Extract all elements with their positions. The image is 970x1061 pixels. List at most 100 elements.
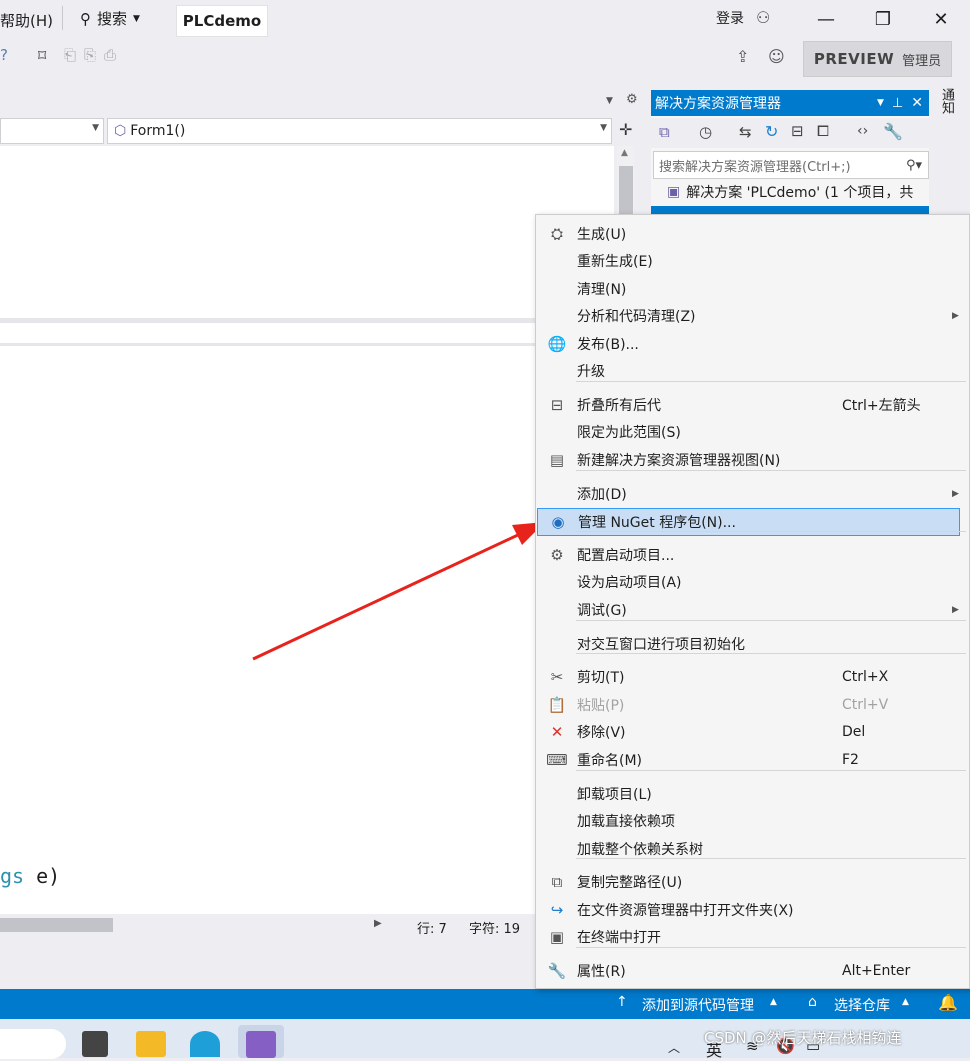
context-menu-item[interactable]: ⚙ 配置启动项目...	[537, 542, 968, 568]
select-repository-button[interactable]: 选择仓库	[834, 995, 890, 1015]
rename-icon: ⌨	[546, 751, 568, 769]
scroll-up-icon[interactable]: ▲	[621, 148, 628, 158]
properties-wrench-icon[interactable]: 🔧	[883, 122, 903, 141]
copy-icon: ⧉	[551, 873, 563, 891]
context-menu-item-label: 限定为此范围(S)	[577, 425, 681, 441]
context-menu-item[interactable]: 分析和代码清理(Z) ▶	[537, 303, 968, 329]
editor-splitter[interactable]	[0, 318, 614, 323]
caret-up-icon[interactable]: ︿	[668, 1039, 680, 1056]
terminal-icon: ▣	[549, 928, 565, 946]
code-editor[interactable]	[0, 146, 614, 914]
type-dropdown[interactable]: ▼	[0, 118, 104, 144]
visual-studio-icon	[246, 1031, 276, 1058]
caret-up-icon: ▲	[770, 997, 777, 1007]
code-text-fragment: e)	[24, 864, 61, 888]
edge-icon[interactable]	[190, 1031, 220, 1057]
context-menu-item[interactable]: 加载直接依赖项	[537, 808, 968, 834]
context-menu-item-label: 分析和代码清理(Z)	[577, 309, 696, 325]
close-icon[interactable]: ✕	[911, 95, 923, 111]
menu-separator	[576, 531, 966, 532]
split-editor-icon[interactable]: ✛	[619, 120, 632, 139]
open-folder-icon: ↪	[550, 901, 564, 919]
taskbar-app-icon[interactable]	[82, 1031, 108, 1057]
add-to-source-control-button[interactable]: 添加到源代码管理	[642, 995, 754, 1015]
menu-separator	[576, 770, 966, 771]
context-menu-item-label: 在文件资源管理器中打开文件夹(X)	[577, 903, 794, 919]
bookmark-nav-icons[interactable]: ⎗⎘⎙	[64, 46, 124, 64]
build-icon: ⛭	[550, 225, 563, 243]
menu-separator	[576, 620, 966, 621]
context-menu-item[interactable]: ✕ 移除(V) Del	[537, 719, 968, 745]
notifications-tab[interactable]: 通知	[938, 88, 956, 114]
chevron-down-icon[interactable]: ▼	[877, 98, 884, 108]
context-menu-item[interactable]: ⛭ 生成(U)	[537, 221, 968, 247]
submenu-arrow-icon: ▶	[952, 489, 959, 499]
editor-splitter[interactable]	[0, 343, 614, 346]
preview-label: PREVIEW	[813, 50, 895, 68]
context-menu-item[interactable]: 🌐 发布(B)...	[537, 331, 968, 357]
scissors-icon: ✂	[550, 668, 564, 686]
context-menu-item[interactable]: 设为启动项目(A)	[537, 569, 968, 595]
wrench-icon: 🔧	[547, 962, 567, 980]
context-menu-item[interactable]: 🔧 属性(R) Alt+Enter	[537, 958, 968, 984]
context-menu-item-label: 折叠所有后代	[577, 398, 661, 414]
login-link[interactable]: 登录	[716, 8, 744, 28]
taskbar-search[interactable]	[0, 1029, 66, 1059]
bell-icon[interactable]: 🔔	[938, 993, 958, 1012]
solution-tree-item[interactable]: ▣ 解决方案 'PLCdemo' (1 个项目，共	[667, 182, 913, 202]
project-name-badge: PLCdemo	[176, 5, 268, 37]
context-menu-item-label: 新建解决方案资源管理器视图(N)	[577, 453, 781, 469]
context-menu-item[interactable]: 限定为此范围(S)	[537, 419, 968, 445]
gear-icon[interactable]: ⚙	[626, 92, 638, 107]
search-icon: ⚲	[80, 9, 91, 28]
menu-help[interactable]: 帮助(H)	[0, 10, 53, 31]
chevron-down-icon: ▼	[92, 123, 99, 133]
context-menu-item[interactable]: 清理(N)	[537, 276, 968, 302]
context-menu-item[interactable]: ⧉ 复制完整路径(U)	[537, 869, 968, 895]
dropdown-arrow-icon[interactable]: ▼	[606, 96, 613, 106]
context-menu: ⛭ 生成(U) 重新生成(E) 清理(N) 分析和代码清理(Z) ▶ 🌐 发布(B)... 升级…	[535, 214, 970, 989]
scroll-right-icon[interactable]: ▶	[374, 918, 382, 929]
show-all-files-icon[interactable]: ⧠	[817, 122, 829, 140]
context-menu-item[interactable]: ✂ 剪切(T) Ctrl+X	[537, 664, 968, 690]
minimize-button[interactable]: —	[814, 8, 838, 32]
refresh-icon[interactable]: ↻	[765, 122, 778, 141]
preview-admin-badge: PREVIEW 管理员	[803, 41, 952, 77]
search-icon: ⚲▾	[905, 157, 922, 173]
history-icon[interactable]: ◷	[699, 123, 712, 141]
context-menu-item-label: 管理 NuGet 程序包(N)...	[578, 515, 736, 531]
context-menu-item[interactable]: ↪ 在文件资源管理器中打开文件夹(X)	[537, 897, 968, 923]
context-menu-item[interactable]: 重新生成(E)	[537, 248, 968, 274]
admin-label: 管理员	[902, 53, 942, 69]
context-menu-item-label: 重命名(M)	[577, 753, 643, 769]
switch-views-icon[interactable]: ⧉	[659, 123, 670, 141]
sync-icon[interactable]: ⇆	[739, 123, 752, 141]
context-menu-item-label: 调试(G)	[577, 603, 627, 619]
horizontal-scrollbar-thumb[interactable]	[0, 918, 113, 932]
account-icon[interactable]: ⚇	[756, 8, 770, 27]
solution-search-input[interactable]: 搜索解决方案资源管理器(Ctrl+;) ⚲▾	[653, 151, 929, 179]
solution-explorer-title-bar: 解决方案资源管理器 ▼ ⊥ ✕	[651, 90, 929, 116]
chevron-down-icon: ▼	[133, 13, 140, 24]
context-menu-item-label: 剪切(T)	[577, 670, 625, 686]
code-view-icon[interactable]: ‹›	[857, 123, 868, 139]
close-button[interactable]: ✕	[929, 8, 953, 32]
collapse-all-icon[interactable]: ⊟	[791, 122, 804, 140]
bookmark-icon[interactable]: ⌑	[38, 46, 46, 65]
context-menu-item[interactable]: 添加(D) ▶	[537, 481, 968, 507]
visual-studio-taskbar-button[interactable]	[238, 1025, 284, 1058]
help-icon[interactable]: ?	[0, 46, 8, 64]
maximize-button[interactable]: ❐	[871, 8, 895, 32]
file-explorer-icon[interactable]	[136, 1031, 166, 1057]
status-bar: ↑ 添加到源代码管理 ▲ ⌂ 选择仓库 ▲ 🔔	[0, 989, 970, 1019]
context-menu-item[interactable]: 卸载项目(L)	[537, 781, 968, 807]
share-icon[interactable]: ⇪	[736, 47, 749, 66]
gear-icon: ⚙	[550, 546, 564, 564]
feedback-icon[interactable]: ☺	[768, 47, 785, 66]
member-dropdown[interactable]: ⬡ Form1() ▼	[107, 118, 612, 144]
pin-icon[interactable]: ⊥	[892, 96, 903, 111]
context-menu-item[interactable]: ⊟ 折叠所有后代 Ctrl+左箭头	[537, 392, 968, 418]
context-menu-item-shortcut: Ctrl+左箭头	[842, 398, 921, 414]
search-button[interactable]: ⚲ 搜索 ▼	[80, 8, 140, 29]
context-menu-item-label: 生成(U)	[577, 227, 627, 243]
